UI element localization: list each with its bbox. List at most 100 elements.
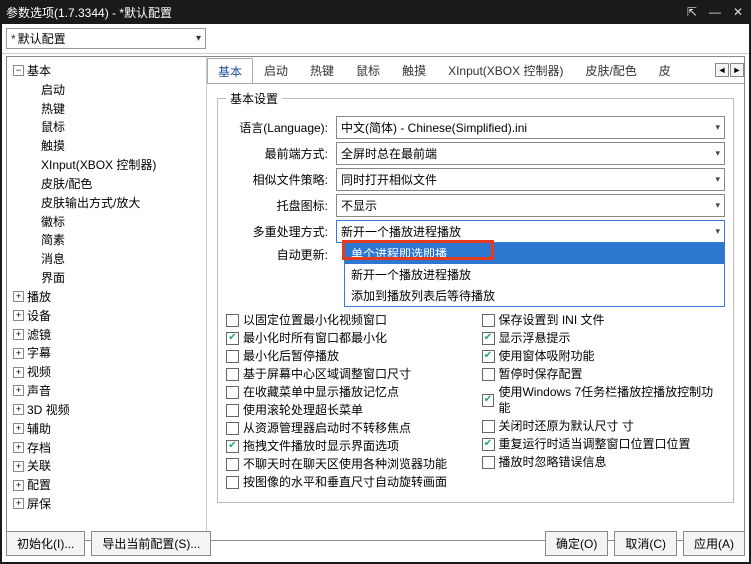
tree-expand-icon[interactable]: + xyxy=(13,367,24,378)
tree-node[interactable]: 设备 xyxy=(27,309,51,323)
checkbox-icon xyxy=(226,314,239,327)
tree-node[interactable]: 徽标 xyxy=(41,214,65,228)
tree-node[interactable]: 热键 xyxy=(41,101,65,115)
checkbox-item[interactable]: ✔拖拽文件播放时显示界面选项 xyxy=(226,438,470,454)
checkbox-item[interactable]: ✔显示浮悬提示 xyxy=(482,330,726,346)
tab[interactable]: 基本 xyxy=(207,58,253,83)
tree-collapse-icon[interactable]: − xyxy=(13,65,24,76)
checkbox-item[interactable]: 暂停时保存配置 xyxy=(482,366,726,382)
checkbox-item[interactable]: 最小化后暂停播放 xyxy=(226,348,470,364)
initialize-button[interactable]: 初始化(I)... xyxy=(6,531,85,556)
checkbox-item[interactable]: 以固定位置最小化视频窗口 xyxy=(226,312,470,328)
tree-expand-icon[interactable]: + xyxy=(13,348,24,359)
checkbox-item[interactable]: ✔使用Windows 7任务栏播放控播放控制功能 xyxy=(482,384,726,416)
group-legend: 基本设置 xyxy=(226,90,282,107)
config-selector[interactable]: *默认配置 ▾ xyxy=(6,28,206,49)
tree-expand-icon[interactable]: + xyxy=(13,329,24,340)
minimize-icon[interactable]: — xyxy=(707,5,723,19)
checkbox-item[interactable]: ✔重复运行时适当调整窗口位置口位置 xyxy=(482,436,726,452)
checkbox-item[interactable]: 不聊天时在聊天区使用各种浏览器功能 xyxy=(226,456,470,472)
config-toolbar: *默认配置 ▾ xyxy=(0,24,751,54)
similar-file-select[interactable]: 同时打开相似文件▾ xyxy=(336,168,725,191)
tree-expand-icon[interactable]: + xyxy=(13,442,24,453)
tree-expand-icon[interactable]: + xyxy=(13,310,24,321)
tree-node[interactable]: 触摸 xyxy=(41,139,65,153)
checkbox-item[interactable]: 播放时忽略错误信息 xyxy=(482,454,726,470)
tree-node[interactable]: 视频 xyxy=(27,365,51,379)
multi-process-select[interactable]: 新开一个播放进程播放▾ xyxy=(336,220,725,243)
tab[interactable]: 皮肤/配色 xyxy=(574,57,647,83)
checkbox-icon xyxy=(226,458,239,471)
tab[interactable]: 热键 xyxy=(299,57,345,83)
category-tree[interactable]: −基本 启动热键鼠标触摸XInput(XBOX 控制器)皮肤/配色皮肤输出方式/… xyxy=(7,57,207,540)
checkbox-label: 暂停时保存配置 xyxy=(499,366,583,382)
tree-expand-icon[interactable]: + xyxy=(13,461,24,472)
tree-node[interactable]: 滤镜 xyxy=(27,327,51,341)
checkbox-icon: ✔ xyxy=(482,438,495,451)
tree-node[interactable]: 3D 视频 xyxy=(27,403,70,417)
tree-node[interactable]: 配置 xyxy=(27,478,51,492)
close-icon[interactable]: ✕ xyxy=(731,5,745,19)
config-selector-value: 默认配置 xyxy=(18,32,66,46)
checkbox-label: 显示浮悬提示 xyxy=(499,330,571,346)
tree-node[interactable]: 鼠标 xyxy=(41,120,65,134)
dropdown-option[interactable]: 添加到播放列表后等待播放 xyxy=(345,285,724,306)
checkbox-item[interactable]: ✔最小化时所有窗口都最小化 xyxy=(226,330,470,346)
tree-node[interactable]: 字幕 xyxy=(27,346,51,360)
checkbox-icon xyxy=(226,386,239,399)
tab[interactable]: XInput(XBOX 控制器) xyxy=(437,57,574,83)
checkbox-item[interactable]: 基于屏幕中心区域调整窗口尺寸 xyxy=(226,366,470,382)
tree-expand-icon[interactable]: + xyxy=(13,291,24,302)
ok-button[interactable]: 确定(O) xyxy=(545,531,608,556)
frontmost-select[interactable]: 全屏时总在最前端▾ xyxy=(336,142,725,165)
checkbox-label: 最小化时所有窗口都最小化 xyxy=(243,330,387,346)
tree-node[interactable]: 皮肤/配色 xyxy=(41,177,92,191)
tree-node[interactable]: 屏保 xyxy=(27,497,51,511)
checkbox-icon xyxy=(482,456,495,469)
cancel-button[interactable]: 取消(C) xyxy=(614,531,677,556)
checkbox-item[interactable]: 从资源管理器启动时不转移焦点 xyxy=(226,420,470,436)
tab[interactable]: 启动 xyxy=(253,57,299,83)
checkbox-icon xyxy=(226,422,239,435)
tree-node[interactable]: XInput(XBOX 控制器) xyxy=(41,158,156,172)
apply-button[interactable]: 应用(A) xyxy=(683,531,745,556)
tree-node[interactable]: 播放 xyxy=(27,290,51,304)
chevron-down-icon: ▾ xyxy=(715,226,720,237)
tree-expand-icon[interactable]: + xyxy=(13,404,24,415)
checkbox-icon xyxy=(226,476,239,489)
checkbox-item[interactable]: 使用滚轮处理超长菜单 xyxy=(226,402,470,418)
tree-node[interactable]: 关联 xyxy=(27,459,51,473)
tab[interactable]: 触摸 xyxy=(391,57,437,83)
checkbox-item[interactable]: 在收藏菜单中显示播放记忆点 xyxy=(226,384,470,400)
tab-scroll-right[interactable]: ► xyxy=(730,63,744,77)
tree-node[interactable]: 辅助 xyxy=(27,422,51,436)
checkbox-item[interactable]: 关闭时还原为默认尺寸 寸 xyxy=(482,418,726,434)
checkbox-item[interactable]: ✔使用窗体吸附功能 xyxy=(482,348,726,364)
window-title: 参数选项(1.7.3344) - *默认配置 xyxy=(6,4,172,21)
tree-node[interactable]: 简素 xyxy=(41,233,65,247)
export-config-button[interactable]: 导出当前配置(S)... xyxy=(91,531,211,556)
tree-node[interactable]: 界面 xyxy=(41,271,65,285)
tree-node[interactable]: 启动 xyxy=(41,83,65,97)
tree-node[interactable]: 存档 xyxy=(27,440,51,454)
checkbox-item[interactable]: 按图像的水平和垂直尺寸自动旋转画面 xyxy=(226,474,470,490)
tray-icon-select[interactable]: 不显示▾ xyxy=(336,194,725,217)
tab[interactable]: 鼠标 xyxy=(345,57,391,83)
similar-file-label: 相似文件策略: xyxy=(226,171,336,188)
tree-expand-icon[interactable]: + xyxy=(13,480,24,491)
tree-expand-icon[interactable]: + xyxy=(13,385,24,396)
tree-expand-icon[interactable]: + xyxy=(13,498,24,509)
tree-node[interactable]: 皮肤输出方式/放大 xyxy=(41,196,140,210)
tab-scroll-left[interactable]: ◄ xyxy=(715,63,729,77)
tree-node[interactable]: 消息 xyxy=(41,252,65,266)
dropdown-option[interactable]: 单个进程即选即播 xyxy=(345,243,724,264)
tab[interactable]: 皮 xyxy=(648,57,682,83)
tree-node[interactable]: 声音 xyxy=(27,384,51,398)
tree-expand-icon[interactable]: + xyxy=(13,423,24,434)
language-select[interactable]: 中文(简体) - Chinese(Simplified).ini▾ xyxy=(336,116,725,139)
checkbox-item[interactable]: 保存设置到 INI 文件 xyxy=(482,312,726,328)
pin-icon[interactable]: ⇱ xyxy=(685,5,699,19)
dropdown-option[interactable]: 新开一个播放进程播放 xyxy=(345,264,724,285)
tray-icon-label: 托盘图标: xyxy=(226,197,336,214)
auto-update-label: 自动更新: xyxy=(226,246,336,263)
